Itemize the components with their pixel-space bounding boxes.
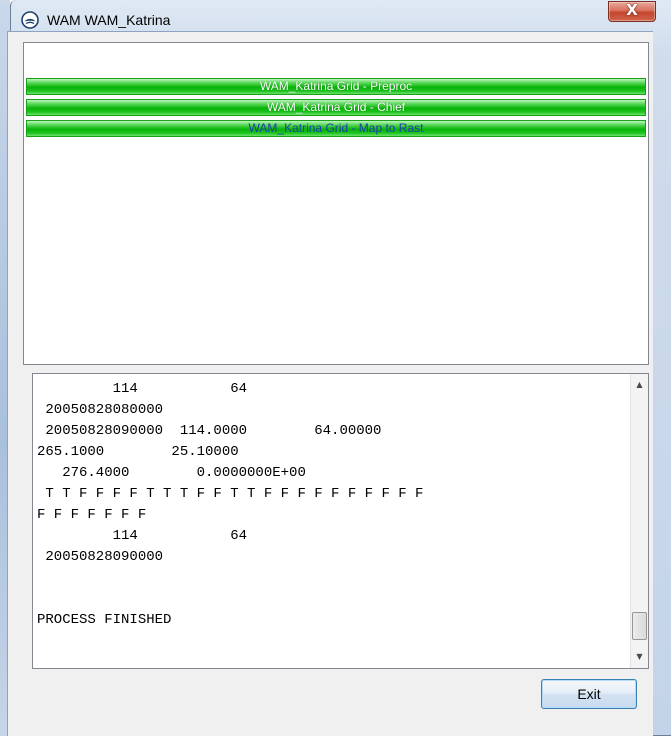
process-list: WAM_Katrina Grid - Preproc WAM_Katrina G… (23, 42, 649, 365)
scroll-down-icon[interactable]: ▼ (631, 648, 648, 666)
process-label: WAM_Katrina Grid - Chief (266, 100, 406, 114)
scroll-up-icon[interactable]: ▲ (631, 376, 648, 394)
app-logo-icon (21, 11, 39, 29)
process-progress-bar: WAM_Katrina Grid - Map to Rast (26, 120, 646, 137)
log-text: 114 64 20050828080000 20050828090000 114… (37, 381, 424, 628)
window-title: WAM WAM_Katrina (47, 12, 171, 28)
log-output[interactable]: 114 64 20050828080000 20050828090000 114… (32, 373, 649, 669)
log-scrollbar[interactable]: ▲ ▼ (630, 374, 648, 668)
exit-button[interactable]: Exit (541, 679, 637, 709)
process-label: WAM_Katrina Grid - Preproc (259, 79, 413, 93)
process-progress-bar: WAM_Katrina Grid - Preproc (26, 78, 646, 95)
process-progress-bar: WAM_Katrina Grid - Chief (26, 99, 646, 116)
scroll-thumb[interactable] (632, 612, 647, 640)
close-icon: X (626, 1, 638, 19)
close-button[interactable]: X (608, 1, 656, 22)
process-label: WAM_Katrina Grid - Map to Rast (248, 121, 424, 135)
